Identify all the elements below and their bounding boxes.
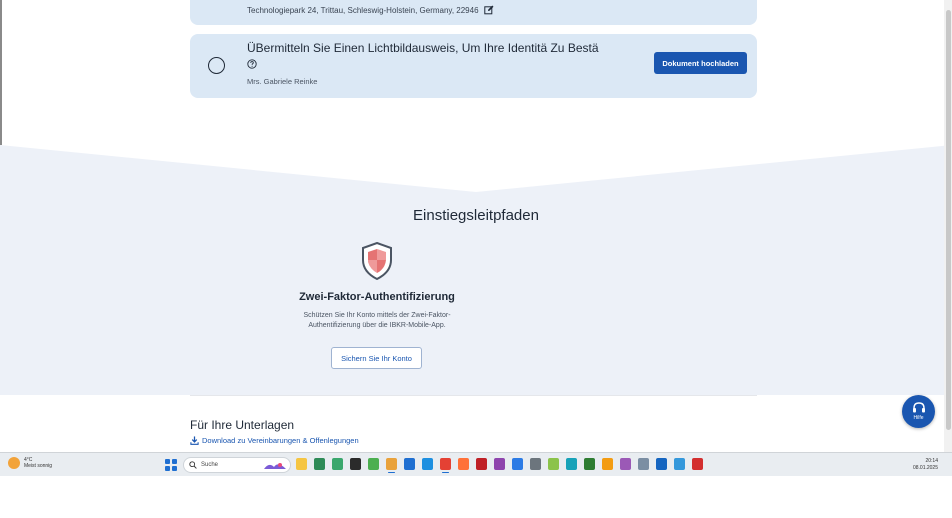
mail-icon[interactable] bbox=[404, 458, 415, 470]
app-icon-gray[interactable] bbox=[530, 458, 541, 470]
app-icon-globe[interactable] bbox=[674, 458, 685, 470]
edit-icon[interactable] bbox=[483, 5, 494, 15]
app-icon-multi[interactable] bbox=[620, 458, 631, 470]
windows-start-icon[interactable] bbox=[165, 459, 177, 471]
windows-taskbar: 4°C Meist sonnig Suche 20:14 08.01.2025 bbox=[0, 452, 952, 476]
filezilla-icon[interactable] bbox=[476, 458, 487, 470]
app-icon-leaf[interactable] bbox=[584, 458, 595, 470]
app-icon-paint[interactable] bbox=[638, 458, 649, 470]
headset-icon bbox=[912, 402, 925, 413]
app-icon-lime[interactable] bbox=[548, 458, 559, 470]
two-factor-description: Schützen Sie Ihr Konto mittels der Zwei-… bbox=[287, 311, 467, 331]
section-divider bbox=[190, 395, 757, 396]
app-icon-purple[interactable] bbox=[494, 458, 505, 470]
guides-title: Einstiegsleitpfaden bbox=[413, 207, 539, 224]
secure-account-button[interactable]: Sichern Sie Ihr Konto bbox=[331, 347, 422, 369]
app-icon-green-3[interactable] bbox=[368, 458, 379, 470]
system-clock[interactable]: 20:14 08.01.2025 bbox=[913, 458, 938, 472]
agreements-download-link[interactable]: Download zu Vereinbarungen & Offenlegung… bbox=[190, 436, 359, 445]
search-icon bbox=[189, 461, 197, 469]
firefox-icon[interactable] bbox=[458, 458, 469, 470]
file-explorer-icon[interactable] bbox=[296, 458, 307, 470]
search-highlight-icon bbox=[264, 463, 286, 469]
weather-description: Meist sonnig bbox=[24, 463, 53, 469]
address-text: Technologiepark 24, Trittau, Schleswig-H… bbox=[247, 5, 479, 15]
edge-icon[interactable] bbox=[422, 458, 433, 470]
search-label: Suche bbox=[201, 462, 219, 468]
taskbar-search-box[interactable]: Suche bbox=[183, 457, 291, 473]
address-row: Technologiepark 24, Trittau, Schleswig-H… bbox=[247, 5, 494, 15]
scrollbar-thumb[interactable] bbox=[946, 10, 951, 430]
weather-widget[interactable]: 4°C Meist sonnig bbox=[8, 457, 52, 469]
upload-document-button[interactable]: Dokument hochladen bbox=[654, 52, 747, 74]
app-icon-blue[interactable] bbox=[512, 458, 523, 470]
two-factor-description-line1: Schützen Sie Ihr Konto mittels der Zwei-… bbox=[303, 312, 451, 319]
download-link-label[interactable]: Download zu Vereinbarungen & Offenlegung… bbox=[202, 436, 359, 445]
id-upload-title: ÜBermitteln Sie Einen Lichtbildausweis, … bbox=[247, 41, 599, 55]
task-status-radio[interactable] bbox=[208, 57, 225, 74]
sun-icon bbox=[8, 457, 20, 469]
help-button-label: Hilfe bbox=[913, 415, 924, 421]
help-button[interactable]: Hilfe bbox=[902, 395, 935, 428]
clock-time: 20:14 bbox=[925, 458, 938, 464]
app-icon-teal[interactable] bbox=[566, 458, 577, 470]
app-icon-green-2[interactable] bbox=[332, 458, 343, 470]
app-icon-orange[interactable] bbox=[602, 458, 613, 470]
weather-text: 4°C Meist sonnig bbox=[24, 457, 52, 469]
app-icon-dark[interactable] bbox=[350, 458, 361, 470]
acrobat-icon[interactable] bbox=[692, 458, 703, 470]
two-factor-title: Zwei-Faktor-Authentifizierung bbox=[299, 291, 455, 303]
app-icon-monitor[interactable] bbox=[656, 458, 667, 470]
records-title: Für Ihre Unterlagen bbox=[190, 418, 295, 432]
records-background bbox=[0, 395, 952, 455]
clock-date: 08.01.2025 bbox=[912, 465, 938, 471]
guides-background bbox=[0, 145, 952, 395]
id-upload-card: ÜBermitteln Sie Einen Lichtbildausweis, … bbox=[190, 34, 757, 98]
left-border bbox=[0, 0, 2, 145]
page-scrollbar[interactable] bbox=[944, 0, 952, 452]
chrome-icon[interactable] bbox=[440, 458, 451, 473]
two-factor-description-line2: Authentifizierung über die IBKR-Mobile-A… bbox=[308, 322, 446, 329]
browser-viewport: Technologiepark 24, Trittau, Schleswig-H… bbox=[0, 0, 952, 476]
shield-icon bbox=[362, 242, 392, 280]
app-icon-green-1[interactable] bbox=[314, 458, 325, 470]
account-holder-name: Mrs. Gabriele Reinke bbox=[247, 77, 318, 86]
download-icon bbox=[190, 436, 199, 445]
question-circle-icon[interactable] bbox=[247, 59, 257, 69]
address-card: Technologiepark 24, Trittau, Schleswig-H… bbox=[190, 0, 757, 25]
app-icon-files[interactable] bbox=[386, 458, 397, 473]
taskbar-apps bbox=[296, 458, 703, 473]
